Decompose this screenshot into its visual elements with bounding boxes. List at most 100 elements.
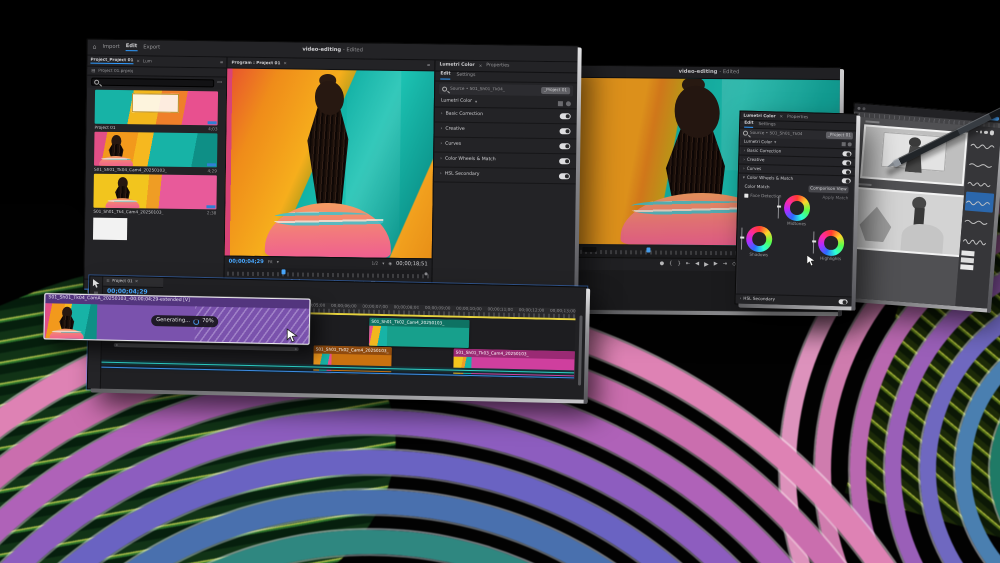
section-curves[interactable]: Curves (445, 142, 461, 147)
brush-preset[interactable] (967, 180, 996, 190)
panel-menu-icon[interactable]: ≡ (220, 60, 224, 64)
tab-lumetri-truncated[interactable]: Lum (143, 59, 152, 63)
midtones-wheel[interactable] (784, 195, 811, 222)
preset-dropdown[interactable]: Lumetri Color (744, 140, 772, 145)
bin-item[interactable]: S01_Sh01_Tk04_Cam4_20250103_ 4;29 (94, 132, 218, 176)
generative-extend-clip[interactable]: S01_Sh01_Tk04_CamA_20250103_-00;00;04;29… (44, 293, 311, 345)
fx-badge-icon[interactable] (558, 101, 563, 106)
section-hsl-secondary[interactable]: HSL Secondary (743, 297, 775, 302)
step-forward-icon[interactable]: ▶ (714, 262, 718, 267)
view-icon[interactable] (848, 142, 852, 146)
subtab-settings[interactable]: Settings (456, 74, 475, 79)
current-timecode[interactable]: 00;00;04;29 (229, 259, 264, 265)
mark-in-icon[interactable]: { (669, 262, 672, 267)
swatch[interactable] (961, 257, 974, 263)
shadows-slider[interactable] (741, 228, 743, 250)
tab-lumetri-color[interactable]: Lumetri Color (743, 113, 775, 118)
chevron-right-icon[interactable]: › (440, 157, 442, 162)
chevron-right-icon[interactable]: › (440, 172, 442, 177)
fit-dropdown[interactable]: Fit (268, 261, 273, 265)
chevron-right-icon[interactable]: › (440, 142, 442, 147)
folder-icon[interactable]: ▭ (217, 81, 222, 86)
chevron-down-icon[interactable]: ▾ (277, 261, 279, 265)
toggle-basic-correction[interactable] (560, 113, 571, 119)
toggle-basic-correction[interactable] (842, 151, 851, 156)
sequence-tab[interactable]: ≡ Project 01 × (103, 277, 163, 288)
add-marker-icon[interactable]: ● (660, 262, 665, 267)
bin-item[interactable]: S01_Sh01_Tk4_Cam4_20250103_ 2;38 (93, 174, 217, 218)
vertical-scrollbar[interactable] (578, 315, 583, 385)
chevron-right-icon[interactable]: › (441, 127, 443, 132)
step-back-icon[interactable]: ◀ (695, 262, 699, 267)
timeline-clip-teal[interactable]: S01_Sh01_Tk02_Cam4_20250103_ (369, 318, 470, 348)
mark-out-icon[interactable]: } (677, 262, 680, 267)
go-to-out-icon[interactable]: ⇥ (723, 263, 727, 268)
settings-icon[interactable]: ◉ (388, 262, 392, 266)
subtab-edit[interactable]: Edit (440, 73, 450, 80)
swatch[interactable] (960, 264, 973, 270)
brush-preset[interactable] (970, 142, 999, 152)
scrub-handle[interactable] (425, 272, 428, 275)
view-icon[interactable] (566, 101, 571, 106)
chevron-right-icon[interactable]: › (441, 112, 443, 117)
tab-lumetri-color[interactable]: Lumetri Color (439, 63, 474, 68)
toggle-color-wheels[interactable] (559, 158, 570, 164)
chevron-down-icon[interactable]: ▾ (774, 140, 776, 144)
highlights-slider[interactable] (813, 231, 815, 253)
toggle-hsl-secondary[interactable] (559, 173, 570, 179)
subtab-edit[interactable]: Edit (744, 121, 753, 127)
chevron-right-icon[interactable]: › (740, 297, 742, 301)
close-icon[interactable]: × (780, 114, 784, 118)
highlights-wheel[interactable] (818, 230, 845, 257)
comparison-view-button[interactable]: Comparison View (808, 185, 849, 193)
tab-properties[interactable]: Properties (486, 64, 509, 69)
toggle-hsl-secondary[interactable] (839, 299, 848, 304)
toggle-creative[interactable] (842, 160, 851, 165)
play-icon[interactable]: ▶ (704, 262, 709, 268)
chevron-right-icon[interactable]: › (743, 148, 745, 152)
section-basic-correction[interactable]: Basic Correction (747, 149, 781, 154)
section-creative[interactable]: Creative (445, 127, 464, 132)
brush-preset[interactable] (968, 161, 997, 171)
go-to-in-icon[interactable]: ⇤ (686, 262, 690, 267)
bin-item[interactable]: Project 01 4;03 (94, 90, 218, 134)
toggle-curves[interactable] (559, 143, 570, 149)
toggle-curves[interactable] (842, 169, 851, 174)
monitor-playhead[interactable] (282, 269, 286, 274)
midtones-slider[interactable] (778, 197, 780, 219)
fx-badge-icon[interactable] (842, 142, 846, 146)
close-icon[interactable]: × (135, 280, 139, 284)
toggle-creative[interactable] (559, 128, 570, 134)
section-basic-correction[interactable]: Basic Correction (446, 112, 483, 117)
tab-project[interactable]: Project_Project 01 (90, 58, 133, 65)
panel-menu-icon[interactable]: ≡ (427, 63, 431, 67)
bin-item-matte[interactable] (93, 218, 127, 240)
section-hsl-secondary[interactable]: HSL Secondary (445, 172, 480, 177)
section-creative[interactable]: Creative (747, 158, 765, 163)
search-input[interactable] (91, 78, 214, 88)
chevron-down-icon[interactable]: ▾ (743, 176, 745, 180)
toggle-color-wheels[interactable] (842, 178, 851, 183)
target-clip-chip[interactable]: _Project 01 (541, 87, 570, 95)
brush-preset[interactable] (962, 236, 991, 246)
close-icon[interactable]: × (283, 61, 287, 65)
second-playhead[interactable] (646, 247, 650, 252)
section-curves[interactable]: Curves (747, 167, 762, 172)
resolution-dropdown[interactable]: 1/2 (371, 262, 378, 266)
swatch[interactable] (961, 250, 974, 256)
selection-tool-icon[interactable] (92, 278, 100, 288)
brush-preset-selected[interactable] (965, 192, 994, 213)
tab-properties[interactable]: Properties (787, 115, 808, 120)
tab-program[interactable]: Program : Project 01 (231, 60, 280, 65)
close-icon[interactable]: × (136, 59, 140, 63)
target-clip-chip[interactable]: _Project 01 (826, 132, 853, 139)
close-icon[interactable]: × (479, 64, 483, 68)
section-color-wheels[interactable]: Color Wheels & Match (445, 157, 496, 162)
section-color-wheels[interactable]: Color Wheels & Match (747, 176, 793, 181)
chevron-down-icon[interactable]: ▾ (382, 262, 384, 266)
chevron-right-icon[interactable]: › (743, 166, 745, 170)
subtab-settings[interactable]: Settings (758, 122, 775, 127)
preset-dropdown[interactable]: Lumetri Color (441, 99, 472, 104)
shadows-wheel[interactable] (746, 226, 773, 253)
brush-preset[interactable] (964, 217, 993, 227)
